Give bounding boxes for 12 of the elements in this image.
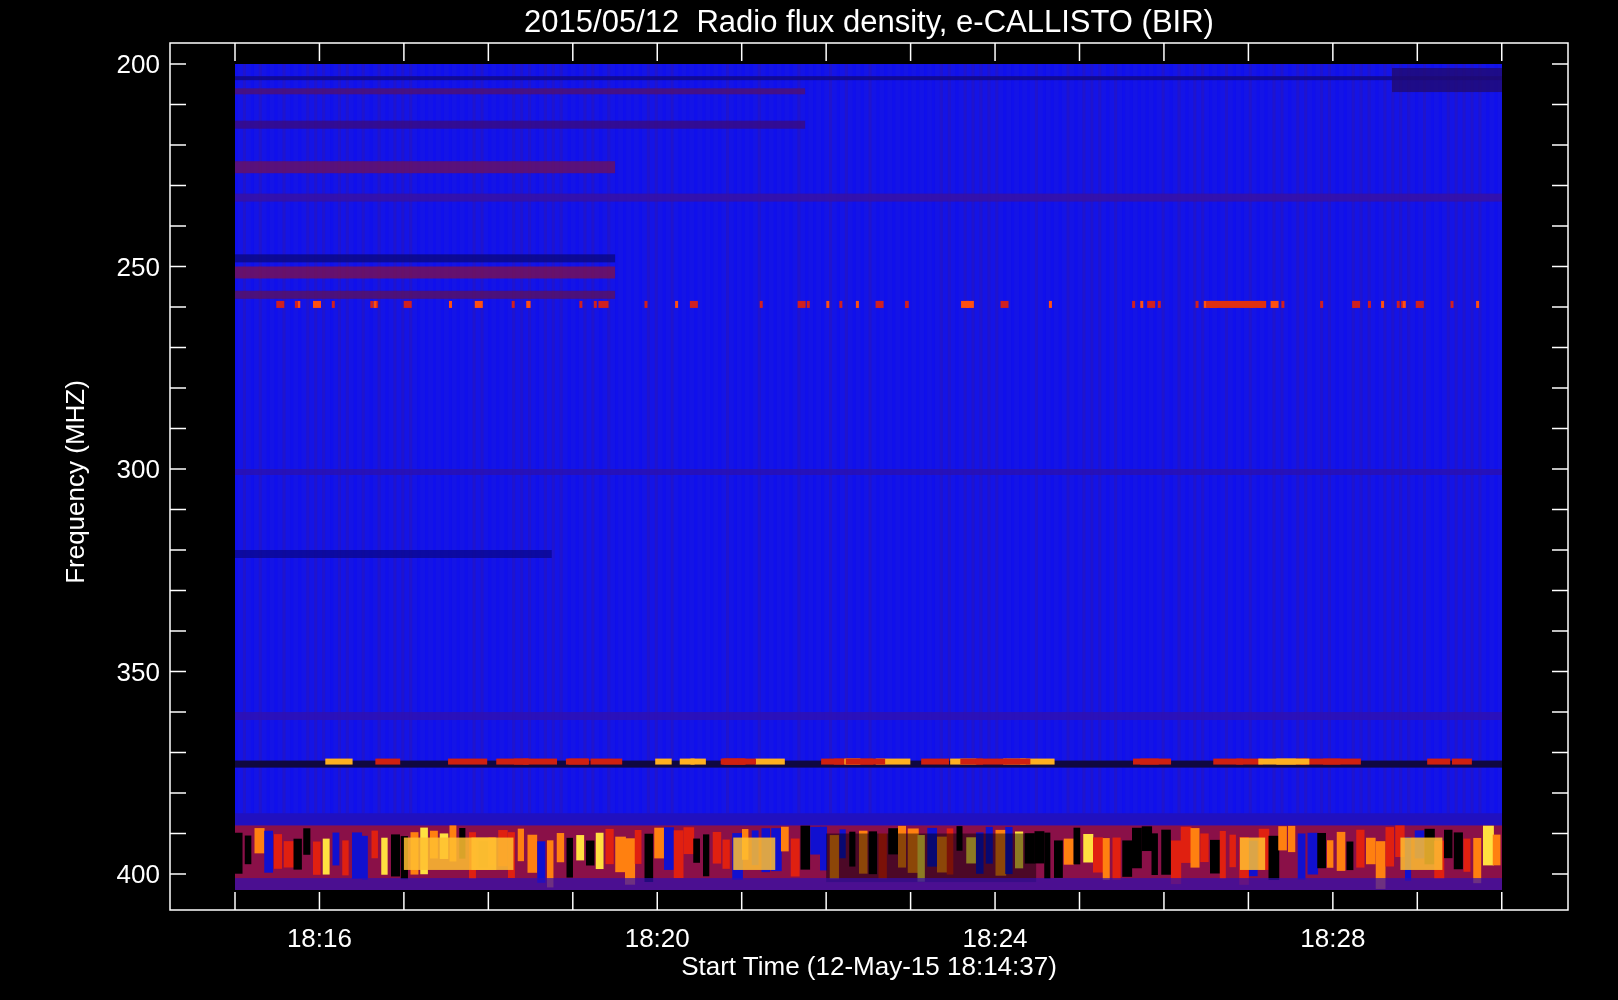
plot-title: 2015/05/12 Radio flux density, e-CALLISTO (BIR) (524, 4, 1214, 39)
axis-label: Frequency (MHZ) (60, 380, 90, 584)
tick-label: 400 (116, 859, 160, 889)
tick-label: 18:20 (624, 923, 690, 953)
tick-label: 18:28 (1300, 923, 1366, 953)
tick-label: 18:16 (286, 923, 352, 953)
tick-label: 200 (116, 49, 160, 79)
tick-label: 300 (116, 454, 160, 484)
tick-label: 18:24 (962, 923, 1028, 953)
tick-label: 350 (116, 656, 160, 687)
axis-label: Start Time (12-May-15 18:14:37) (681, 951, 1057, 981)
tick-label: 250 (116, 251, 160, 282)
